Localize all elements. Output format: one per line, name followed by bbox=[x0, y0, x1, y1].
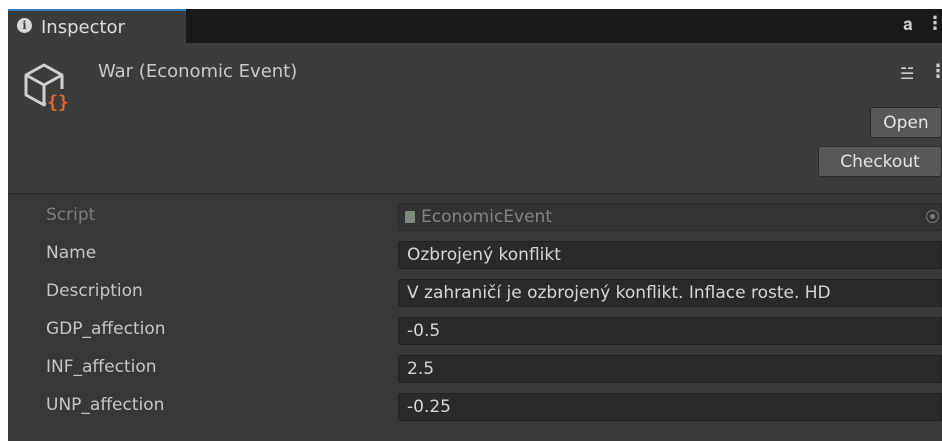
unp-affection-field[interactable]: -0.25 bbox=[398, 393, 942, 421]
property-row-gdp-affection: GDP_affection -0.5 bbox=[8, 316, 942, 346]
script-file-icon bbox=[405, 211, 415, 223]
header-menu-icon[interactable]: ⋮ bbox=[929, 61, 942, 82]
property-row-inf-affection: INF_affection 2.5 bbox=[8, 354, 942, 384]
script-value: EconomicEvent bbox=[421, 207, 552, 227]
inspector-header: {} War (Economic Event) ☱ ⋮ Open Checkou… bbox=[8, 43, 942, 194]
property-label: GDP_affection bbox=[46, 319, 166, 339]
info-icon: i bbox=[17, 18, 32, 33]
property-row-description: Description V zahraničí je ozbrojený kon… bbox=[8, 278, 942, 308]
tab-label: Inspector bbox=[41, 17, 125, 38]
asset-title: War (Economic Event) bbox=[98, 61, 298, 82]
property-row-name: Name Ozbrojený konflikt bbox=[8, 240, 942, 270]
open-button[interactable]: Open bbox=[870, 107, 942, 138]
property-row-script: Script EconomicEvent bbox=[8, 202, 942, 232]
description-field[interactable]: V zahraničí je ozbrojený konflikt. Infla… bbox=[398, 279, 942, 307]
scriptable-object-icon: {} bbox=[24, 63, 70, 113]
property-label: UNP_affection bbox=[46, 395, 165, 415]
tab-inspector[interactable]: i Inspector bbox=[8, 9, 186, 43]
property-label: Name bbox=[46, 243, 97, 263]
settings-icon[interactable]: ☱ bbox=[900, 64, 914, 83]
checkout-button[interactable]: Checkout bbox=[818, 146, 942, 177]
tab-bar: i Inspector 𝐚 ⋮ bbox=[8, 9, 942, 43]
property-row-unp-affection: UNP_affection -0.25 bbox=[8, 392, 942, 422]
property-label: INF_affection bbox=[46, 357, 157, 377]
svg-text:{}: {} bbox=[47, 92, 69, 113]
object-picker-icon[interactable] bbox=[926, 210, 939, 223]
inspector-window: i Inspector 𝐚 ⋮ {} War (Economic Event) … bbox=[8, 9, 942, 441]
property-label: Description bbox=[46, 281, 143, 301]
script-field: EconomicEvent bbox=[398, 203, 942, 231]
menu-icon[interactable]: ⋮ bbox=[926, 13, 942, 34]
name-field[interactable]: Ozbrojený konflikt bbox=[398, 241, 942, 269]
lock-icon[interactable]: 𝐚 bbox=[903, 15, 913, 35]
inf-affection-field[interactable]: 2.5 bbox=[398, 355, 942, 383]
property-label: Script bbox=[46, 205, 96, 225]
gdp-affection-field[interactable]: -0.5 bbox=[398, 317, 942, 345]
